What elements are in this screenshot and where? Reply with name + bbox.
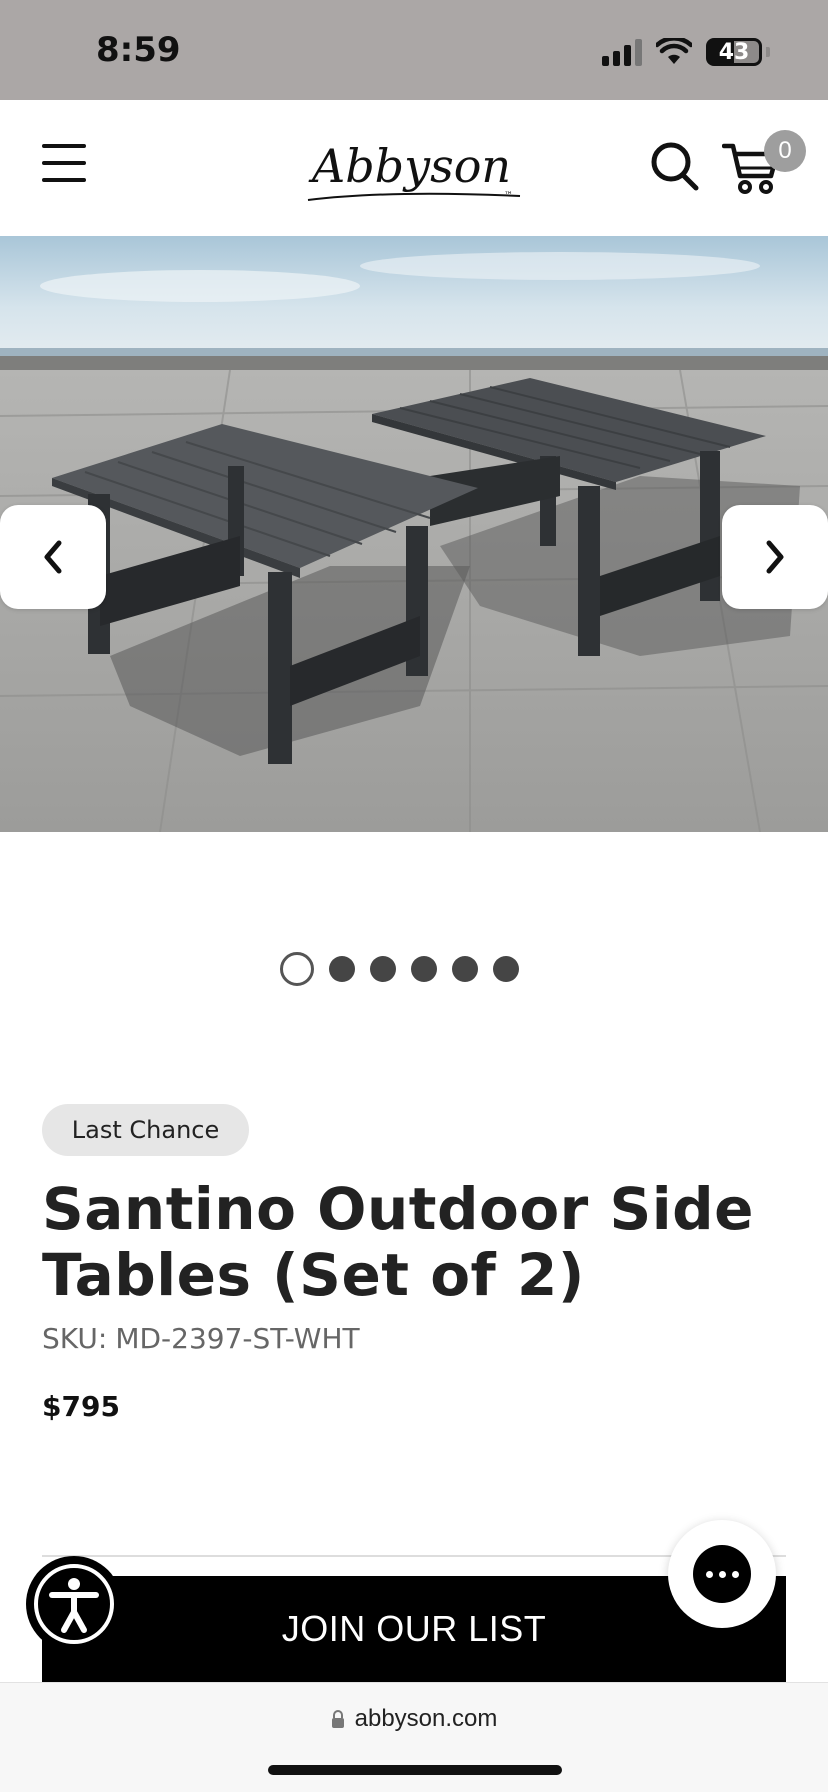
wifi-icon [656, 38, 692, 64]
previous-image-button[interactable] [0, 505, 106, 609]
search-icon[interactable] [650, 140, 700, 192]
product-price: $795 [42, 1390, 120, 1423]
status-bar: 8:59 43 [0, 0, 828, 100]
carousel-dot[interactable] [452, 956, 478, 982]
brand-logo[interactable]: Abbyson ™ [300, 120, 530, 220]
next-image-button[interactable] [722, 505, 828, 609]
carousel-dots [280, 952, 519, 986]
battery-icon: 43 [706, 38, 762, 66]
chevron-left-icon [44, 540, 62, 574]
chat-icon [693, 1545, 751, 1603]
accessibility-icon [34, 1564, 114, 1644]
site-header: Abbyson ™ [0, 100, 828, 236]
status-icons: 43 [602, 38, 770, 66]
last-chance-badge: Last Chance [42, 1104, 249, 1156]
chat-button[interactable] [668, 1520, 776, 1628]
product-title: Santino Outdoor Side Tables (Set of 2) [42, 1175, 754, 1309]
accessibility-button[interactable] [26, 1556, 122, 1652]
status-time: 8:59 [96, 30, 181, 70]
product-sku: SKU: MD-2397-ST-WHT [42, 1322, 360, 1355]
carousel-dot[interactable] [493, 956, 519, 982]
battery-nub [766, 47, 770, 57]
sku-label: SKU: [42, 1322, 108, 1355]
carousel-dot[interactable] [280, 952, 314, 986]
cart-count-badge[interactable]: 0 [764, 130, 806, 172]
sku-value: MD-2397-ST-WHT [115, 1322, 360, 1355]
carousel-dot[interactable] [370, 956, 396, 982]
address-bar[interactable]: abbyson.com [0, 1705, 828, 1733]
product-image [0, 236, 828, 832]
logo-text: Abbyson [308, 139, 511, 193]
carousel-dot[interactable] [329, 956, 355, 982]
lock-icon [331, 1710, 344, 1728]
battery-level: 43 [718, 39, 750, 65]
carousel-dot[interactable] [411, 956, 437, 982]
menu-icon[interactable] [42, 144, 86, 182]
url-text: abbyson.com [354, 1705, 498, 1732]
signal-icon [602, 38, 642, 66]
browser-bottom-bar: abbyson.com [0, 1682, 828, 1792]
home-indicator [268, 1765, 562, 1775]
chevron-right-icon [766, 540, 784, 574]
